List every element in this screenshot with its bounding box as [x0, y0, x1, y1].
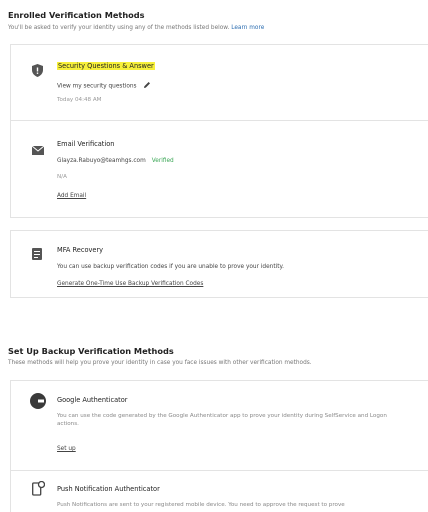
push-notification-description: Push Notifications are sent to your regi…	[57, 502, 345, 508]
push-notification-title: Push Notification Authenticator	[57, 485, 160, 493]
mfa-recovery-title: MFA Recovery	[57, 246, 104, 254]
google-authenticator-icon	[30, 393, 46, 413]
backup-methods-card: Google Authenticator You can use the cod…	[10, 380, 428, 512]
shield-icon	[32, 62, 43, 81]
mobile-push-icon	[32, 480, 46, 500]
backup-section-title: Set Up Backup Verification Methods	[8, 346, 174, 356]
email-address-row: Glayza.Rabuyo@teamhgs.com Verified	[57, 158, 174, 164]
pencil-icon[interactable]	[143, 81, 151, 91]
security-questions-title: Security Questions & Answer	[57, 62, 155, 70]
google-authenticator-title: Google Authenticator	[57, 396, 128, 404]
verified-badge: Verified	[151, 158, 174, 164]
generate-backup-codes-link[interactable]: Generate One-Time Use Backup Verificatio…	[57, 281, 203, 287]
email-address: Glayza.Rabuyo@teamhgs.com	[57, 158, 146, 164]
google-authenticator-description: You can use the code generated by the Go…	[57, 413, 387, 427]
add-email-link[interactable]: Add Email	[57, 193, 86, 199]
learn-more-link[interactable]: Learn more	[231, 25, 264, 31]
email-verification-title: Email Verification	[57, 140, 115, 148]
security-questions-timestamp: Today 04:48 AM	[57, 97, 102, 103]
divider	[11, 120, 428, 121]
google-authenticator-setup-link[interactable]: Set up	[57, 446, 76, 452]
backup-codes-icon	[32, 245, 42, 264]
enrolled-section-subtitle: You'll be asked to verify your identity …	[8, 25, 264, 31]
enrolled-section-title: Enrolled Verification Methods	[8, 10, 145, 20]
view-security-questions-link[interactable]: View my security questions	[57, 84, 137, 90]
backup-section-subtitle: These methods will help you prove your i…	[8, 360, 312, 366]
email-note: N/A	[57, 174, 67, 180]
mfa-recovery-card: MFA Recovery You can use backup verifica…	[10, 230, 428, 298]
envelope-icon	[31, 140, 45, 159]
mfa-recovery-description: You can use backup verification codes if…	[57, 264, 284, 270]
enrolled-methods-card: Security Questions & Answer View my secu…	[10, 44, 428, 218]
divider	[11, 470, 428, 471]
security-questions-label: Security Questions & Answer	[57, 62, 155, 70]
view-security-questions-row: View my security questions	[57, 81, 151, 91]
enrolled-subtitle-text: You'll be asked to verify your identity …	[8, 25, 230, 31]
